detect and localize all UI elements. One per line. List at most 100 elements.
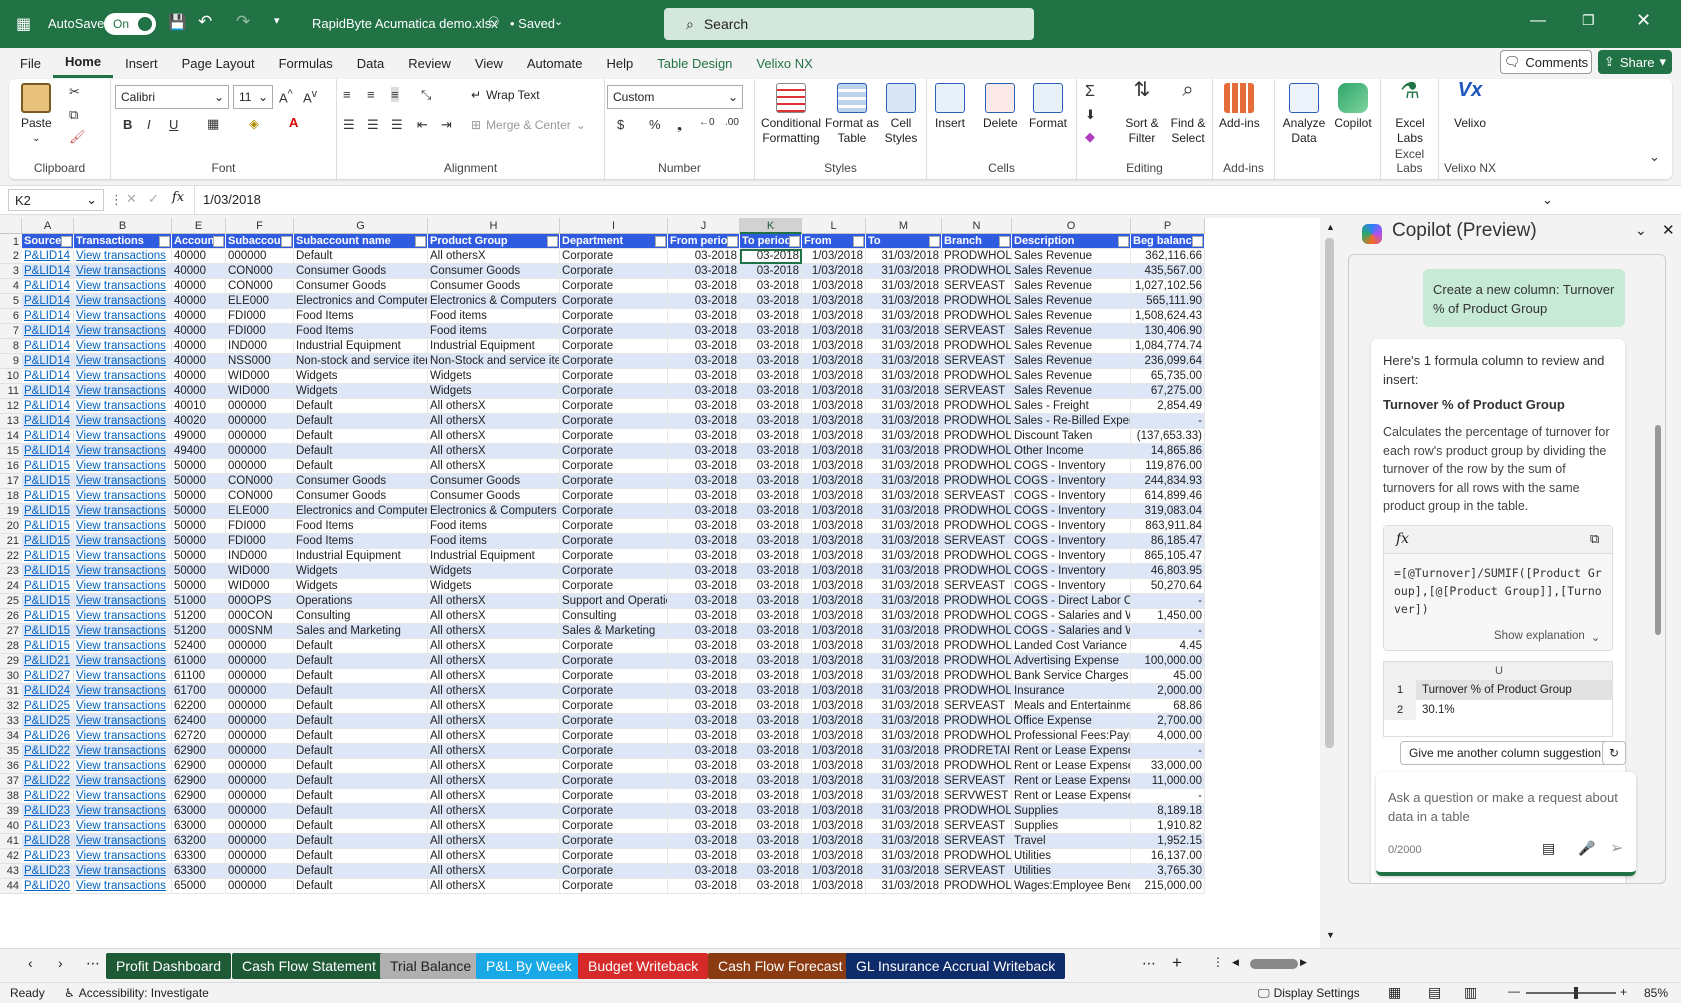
source-link[interactable]: P&LID20 xyxy=(22,879,74,894)
row-header[interactable]: 44 xyxy=(0,879,22,894)
table-header-subaccount-name[interactable]: Subaccount name xyxy=(294,234,428,249)
chevron-down-icon[interactable]: ⌄ xyxy=(1635,222,1647,239)
redo-icon[interactable]: ↷ xyxy=(236,12,250,32)
view-transactions-link[interactable]: View transactions xyxy=(74,504,172,519)
row-header[interactable]: 17 xyxy=(0,474,22,489)
accessibility-button[interactable]: ♿ Accessibility: Investigate xyxy=(64,986,209,1000)
align-center-icon[interactable]: ☰ xyxy=(367,117,379,133)
row-header[interactable]: 41 xyxy=(0,834,22,849)
save-icon[interactable]: 💾 xyxy=(168,13,187,31)
row-header[interactable]: 6 xyxy=(0,309,22,324)
source-link[interactable]: P&LID23 xyxy=(22,864,74,879)
source-link[interactable]: P&LID14 xyxy=(22,264,74,279)
view-transactions-link[interactable]: View transactions xyxy=(74,249,172,264)
add-sheet-icon[interactable]: + xyxy=(1172,953,1182,973)
view-transactions-link[interactable]: View transactions xyxy=(74,879,172,894)
format-as-table-button[interactable]: Format as Table xyxy=(825,83,879,146)
formula-input[interactable]: 1/03/2018 xyxy=(194,186,1534,214)
view-transactions-link[interactable]: View transactions xyxy=(74,699,172,714)
view-transactions-link[interactable]: View transactions xyxy=(74,369,172,384)
zoom-in-icon[interactable]: + xyxy=(1620,985,1627,999)
column-header-l[interactable]: L xyxy=(802,218,866,234)
column-header-a[interactable]: A xyxy=(22,218,74,234)
source-link[interactable]: P&LID22 xyxy=(22,744,74,759)
source-link[interactable]: P&LID15 xyxy=(22,474,74,489)
hscroll-thumb[interactable] xyxy=(1250,959,1298,969)
sheet-tab[interactable]: Cash Flow Forecast xyxy=(708,953,853,979)
row-header[interactable]: 16 xyxy=(0,459,22,474)
velixo-button[interactable]: Vx Velixo xyxy=(1447,80,1493,131)
cut-icon[interactable]: ✂ xyxy=(69,84,80,100)
view-transactions-link[interactable]: View transactions xyxy=(74,834,172,849)
row-header[interactable]: 43 xyxy=(0,864,22,879)
source-link[interactable]: P&LID15 xyxy=(22,609,74,624)
show-explanation-button[interactable]: Show explanation ⌄ xyxy=(1494,630,1600,644)
zoom-slider[interactable] xyxy=(1526,992,1616,994)
tab-table-design[interactable]: Table Design xyxy=(645,48,744,78)
zoom-level[interactable]: 85% xyxy=(1644,986,1668,1000)
source-link[interactable]: P&LID14 xyxy=(22,429,74,444)
view-transactions-link[interactable]: View transactions xyxy=(74,654,172,669)
tab-help[interactable]: Help xyxy=(595,48,646,78)
decrease-font-icon[interactable]: Av xyxy=(303,88,317,105)
source-link[interactable]: P&LID22 xyxy=(22,759,74,774)
table-header-source[interactable]: Source xyxy=(22,234,74,249)
view-transactions-link[interactable]: View transactions xyxy=(74,804,172,819)
source-link[interactable]: P&LID22 xyxy=(22,774,74,789)
format-painter-icon[interactable]: 🖌 xyxy=(69,129,86,145)
more-sheets-icon[interactable]: ⋯ xyxy=(86,955,100,972)
next-sheet-icon[interactable]: › xyxy=(58,955,63,971)
row-header[interactable]: 40 xyxy=(0,819,22,834)
row-header[interactable]: 23 xyxy=(0,564,22,579)
source-link[interactable]: P&LID15 xyxy=(22,624,74,639)
conditional-formatting-button[interactable]: Conditional Formatting xyxy=(759,83,823,146)
view-transactions-link[interactable]: View transactions xyxy=(74,459,172,474)
delete-cells-button[interactable]: Delete xyxy=(983,83,1018,131)
table-header-product-group[interactable]: Product Group xyxy=(428,234,560,249)
row-header[interactable]: 27 xyxy=(0,624,22,639)
source-link[interactable]: P&LID14 xyxy=(22,414,74,429)
view-transactions-link[interactable]: View transactions xyxy=(74,789,172,804)
view-transactions-link[interactable]: View transactions xyxy=(74,489,172,504)
align-right-icon[interactable]: ☰ xyxy=(391,117,403,133)
vertical-scrollbar[interactable]: ▲ ▼ xyxy=(1320,218,1340,948)
comments-button[interactable]: 🗨 Comments xyxy=(1500,50,1592,74)
autosave-toggle[interactable]: On xyxy=(104,13,156,35)
filter-dropdown-icon[interactable] xyxy=(1192,236,1203,247)
hscroll-right-icon[interactable]: ▶ xyxy=(1300,957,1307,968)
borders-icon[interactable]: ▦ xyxy=(207,116,219,132)
tab-velixo-nx[interactable]: Velixo NX xyxy=(744,48,824,78)
sheet-tab[interactable]: Budget Writeback xyxy=(578,953,709,979)
row-header[interactable]: 31 xyxy=(0,684,22,699)
table-header-subaccount[interactable]: Subaccount xyxy=(226,234,294,249)
source-link[interactable]: P&LID15 xyxy=(22,504,74,519)
source-link[interactable]: P&LID23 xyxy=(22,819,74,834)
suggest-column-button[interactable]: Give me another column suggestion xyxy=(1400,741,1611,765)
close-pane-icon[interactable]: ✕ xyxy=(1662,221,1675,239)
column-header-m[interactable]: M xyxy=(866,218,942,234)
page-layout-view-icon[interactable]: ▤ xyxy=(1428,984,1441,1001)
select-all-corner[interactable] xyxy=(0,218,22,234)
row-header[interactable]: 32 xyxy=(0,699,22,714)
zoom-out-icon[interactable]: — xyxy=(1508,984,1520,998)
display-settings-button[interactable]: 🖵 Display Settings xyxy=(1258,986,1360,1001)
expand-formula-icon[interactable]: ⌄ xyxy=(1542,192,1553,208)
column-header-f[interactable]: F xyxy=(226,218,294,234)
insert-function-icon[interactable]: fx xyxy=(172,190,184,205)
source-link[interactable]: P&LID14 xyxy=(22,354,74,369)
restore-icon[interactable]: ❐ xyxy=(1582,12,1595,29)
filter-dropdown-icon[interactable] xyxy=(61,236,72,247)
microphone-icon[interactable]: 🎤 xyxy=(1578,840,1595,857)
filter-dropdown-icon[interactable] xyxy=(999,236,1010,247)
share-button[interactable]: ⇪ Share ▾ xyxy=(1598,50,1672,74)
align-middle-icon[interactable]: ≡ xyxy=(367,87,375,102)
tab-review[interactable]: Review xyxy=(396,48,463,78)
row-header[interactable]: 33 xyxy=(0,714,22,729)
view-transactions-link[interactable]: View transactions xyxy=(74,819,172,834)
source-link[interactable]: P&LID21 xyxy=(22,654,74,669)
view-transactions-link[interactable]: View transactions xyxy=(74,774,172,789)
close-icon[interactable]: ✕ xyxy=(1636,10,1651,31)
tab-formulas[interactable]: Formulas xyxy=(267,48,345,78)
font-name-select[interactable]: Calibri ⌄ xyxy=(115,85,229,109)
view-transactions-link[interactable]: View transactions xyxy=(74,744,172,759)
